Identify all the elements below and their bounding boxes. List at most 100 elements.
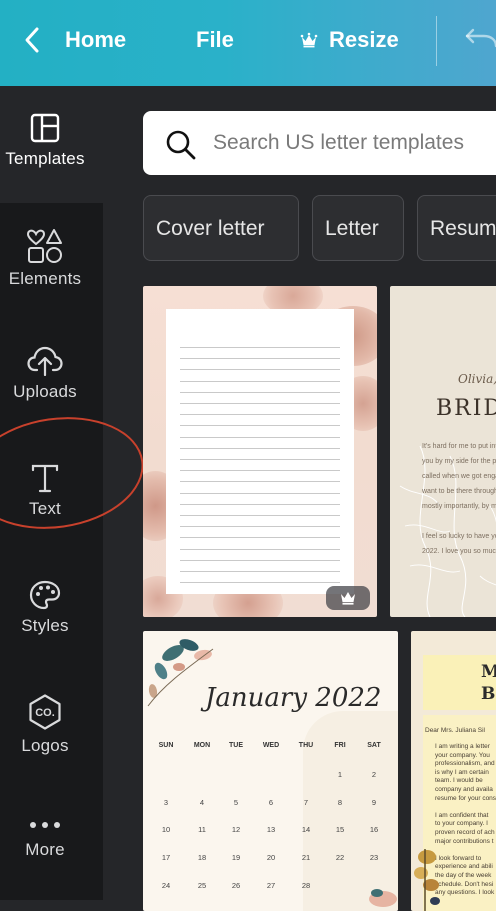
calendar-day: 9 [371, 798, 377, 807]
calendar-day: 7 [303, 798, 309, 807]
calendar-weekday: FRI [334, 742, 346, 749]
calendar-day: 12 [231, 825, 241, 834]
calendar-day: 1 [337, 770, 343, 779]
top-bar: Home File Resize [0, 0, 496, 86]
calendar-day: 11 [198, 825, 206, 834]
paper-line [180, 459, 340, 460]
calendar-day: 18 [197, 853, 207, 862]
paper-line [180, 403, 340, 404]
logo-co-icon: CO. [29, 694, 61, 730]
paper-line [180, 391, 340, 393]
bride-title: BRIDE [436, 396, 496, 421]
file-menu[interactable]: File [196, 26, 234, 54]
lined-paper [166, 309, 354, 594]
templates-icon [30, 113, 60, 143]
letter-greeting: Dear Mrs. Juliana Sil [425, 727, 485, 734]
floral-line-art [399, 445, 496, 617]
template-thumbnail-calendar[interactable]: January 2022 SUN MON TUE WED THU FRI SAT 1 2 3 4 5 6… [143, 631, 398, 911]
bride-name: Olivia, [458, 372, 496, 386]
calendar-day: 24 [161, 881, 171, 890]
letter-line: I am confident that [435, 811, 489, 819]
chip-letter[interactable]: Letter [312, 195, 404, 261]
letter-line: 2022. I love you so much [422, 548, 496, 555]
sidebar-item-label: Uploads [13, 382, 77, 401]
paper-line [180, 526, 340, 528]
paper-line [180, 425, 340, 427]
chip-resume[interactable]: Resume [417, 195, 496, 261]
template-thumbnail-cover-letter[interactable]: M B Dear Mrs. Juliana Sil I am writing a… [411, 631, 496, 911]
letter-line: team. I would be [435, 777, 483, 785]
home-link[interactable]: Home [65, 26, 126, 54]
calendar-day: 17 [161, 853, 171, 862]
back-button[interactable] [20, 26, 46, 54]
paper-line [180, 369, 340, 371]
resize-button[interactable]: Resize [329, 26, 399, 54]
calendar-weekday: SUN [158, 742, 174, 749]
letter-line: resume for your cons [435, 794, 496, 802]
paper-line [180, 537, 340, 539]
letter-line: I am writing a letter [435, 743, 490, 750]
sidebar-item-uploads[interactable]: Uploads [0, 346, 90, 402]
paper-line [180, 481, 340, 483]
letter-line: It's hard for me to put into [422, 443, 496, 450]
paper-line [180, 436, 340, 438]
calendar-day: 8 [337, 798, 343, 807]
toolbar-divider [436, 16, 437, 66]
calendar-day: 20 [266, 853, 276, 862]
paper-line [180, 559, 340, 561]
paper-line [180, 447, 340, 449]
dried-flower-decoration [414, 849, 440, 911]
letter-line: proven record of ach [435, 829, 495, 836]
sidebar-item-logos[interactable]: CO. Logos [0, 694, 90, 756]
letter-line: mostly importantly, by my side [422, 503, 496, 510]
undo-icon [465, 28, 496, 48]
calendar-weekday: THU [298, 742, 314, 749]
undo-button[interactable] [464, 26, 496, 59]
calendar-day: 19 [231, 853, 241, 862]
paper-line [180, 470, 340, 472]
calendar-day: 16 [369, 825, 379, 834]
letter-line: your company. You [435, 751, 490, 759]
more-dots-icon [30, 822, 60, 828]
letter-line: you by my side for the past [422, 458, 496, 465]
sidebar-item-label: More [25, 840, 65, 859]
paper-line [180, 358, 340, 360]
template-thumbnail-bride-letter[interactable]: Olivia, BRIDE It's hard for me to put in… [390, 286, 496, 617]
annotation-circle [0, 406, 151, 540]
calendar-day: 15 [335, 825, 345, 834]
calendar-day: 25 [197, 881, 207, 890]
letter-line: want to be there throughout [422, 488, 496, 495]
calendar-day: 13 [266, 825, 276, 834]
calendar-day: 23 [369, 853, 379, 862]
sidebar-item-label: Templates [5, 149, 85, 168]
paper-line [180, 380, 340, 382]
paper-line [180, 414, 340, 416]
calendar-day: 26 [231, 881, 241, 890]
template-thumbnail-lined-paper[interactable] [143, 286, 377, 617]
sidebar-item-label: Styles [21, 616, 69, 635]
sidebar-item-templates[interactable]: Templates [0, 113, 90, 169]
sidebar-item-elements[interactable]: Elements [0, 229, 90, 289]
search-bar [143, 111, 496, 175]
palette-icon [29, 580, 61, 610]
flower-decoration [369, 889, 397, 907]
calendar-weekday: MON [193, 742, 211, 749]
calendar-weekday: TUE [229, 742, 243, 749]
calendar-day: 6 [268, 798, 274, 807]
crown-icon [341, 592, 355, 605]
search-input[interactable] [213, 111, 496, 175]
calendar-day: 10 [161, 825, 171, 834]
letter-line: called when we got engaged, [422, 473, 496, 480]
cover-letter-heading: M B [481, 662, 496, 704]
letter-line: professionalism, and [435, 760, 495, 768]
calendar-day: 4 [199, 798, 205, 807]
sidebar-item-styles[interactable]: Styles [0, 580, 90, 636]
calendar-day: 22 [335, 853, 345, 862]
letter-line: is why I am certain [435, 768, 489, 776]
search-icon [166, 130, 196, 160]
sidebar-item-more[interactable]: More [0, 820, 90, 860]
elements-icon [27, 229, 62, 263]
sidebar-item-label: Logos [21, 736, 69, 755]
chip-cover-letter[interactable]: Cover letter [143, 195, 299, 261]
calendar-day: 28 [301, 881, 311, 890]
